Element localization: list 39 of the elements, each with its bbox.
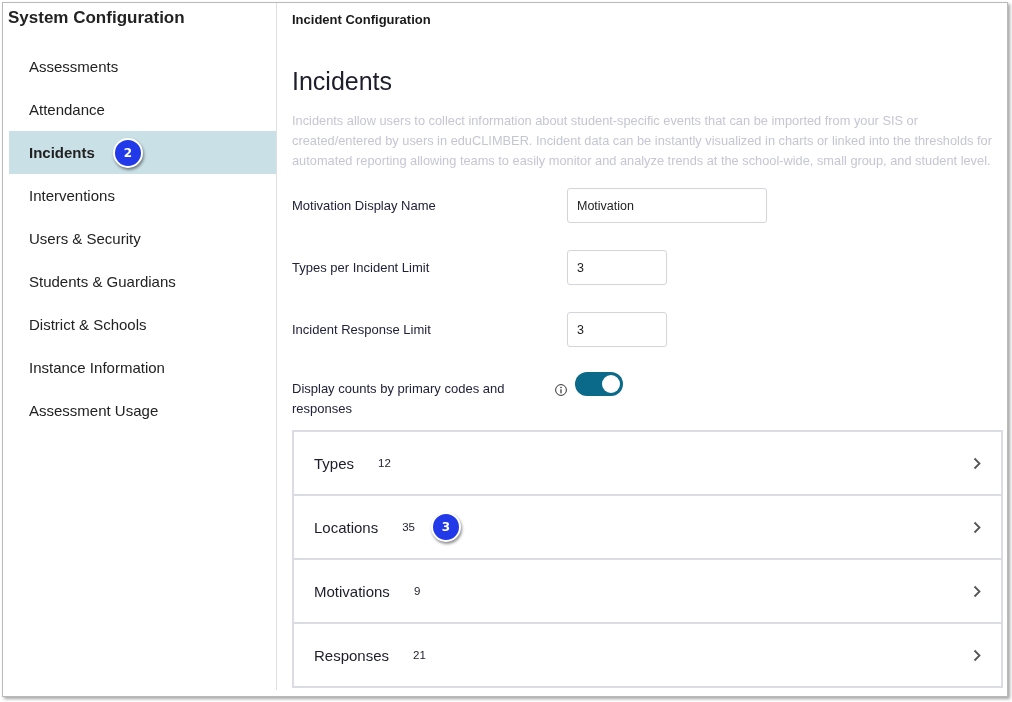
section-label: Types bbox=[314, 454, 355, 472]
section-row[interactable]: Types 12 bbox=[294, 432, 1001, 494]
sidebar-item[interactable]: Interventions bbox=[9, 174, 276, 217]
section-label: Motivations bbox=[314, 582, 390, 600]
page-heading: Incidents bbox=[292, 66, 394, 96]
info-icon[interactable] bbox=[555, 384, 567, 396]
sidebar-item[interactable]: Users & Security bbox=[9, 217, 276, 260]
callout-marker: 3 bbox=[431, 512, 461, 542]
sidebar-title: System Configuration bbox=[8, 7, 186, 29]
sidebar-item[interactable]: Incidents 2 bbox=[9, 131, 276, 174]
sidebar-item[interactable]: Assessment Usage bbox=[9, 389, 276, 432]
field-label: Types per Incident Limit bbox=[292, 260, 431, 275]
section-label: Locations bbox=[314, 518, 379, 536]
section-count: 9 bbox=[413, 585, 421, 597]
chevron-right-icon[interactable] bbox=[973, 584, 981, 598]
sidebar-item[interactable]: Assessments bbox=[9, 45, 276, 88]
number-input[interactable]: 3 bbox=[567, 250, 667, 285]
sidebar-item[interactable]: Instance Information bbox=[9, 346, 276, 389]
chevron-right-icon[interactable] bbox=[973, 520, 981, 534]
section-row[interactable]: Responses 21 bbox=[294, 622, 1001, 686]
toggle-switch[interactable] bbox=[575, 372, 623, 396]
chevron-right-icon[interactable] bbox=[973, 456, 981, 470]
section-row[interactable]: Locations 35 3 bbox=[294, 494, 1001, 558]
page-breadcrumb: Incident Configuration bbox=[292, 11, 432, 29]
section-count: 21 bbox=[413, 649, 426, 661]
chevron-right-icon[interactable] bbox=[973, 648, 981, 662]
section-count: 35 bbox=[402, 521, 415, 533]
section-label: Responses bbox=[314, 646, 390, 664]
callout-marker: 2 bbox=[112, 137, 143, 168]
section-count: 12 bbox=[378, 457, 391, 469]
field-label: Motivation Display Name bbox=[292, 198, 437, 213]
sidebar-item[interactable]: Students & Guardians bbox=[9, 260, 276, 303]
field-label: Incident Response Limit bbox=[292, 322, 432, 337]
field-label: Display counts by primary codes and responses bbox=[292, 380, 506, 418]
sidebar-item[interactable]: Attendance bbox=[9, 88, 276, 131]
number-input[interactable]: 3 bbox=[567, 312, 667, 347]
section-row[interactable]: Motivations 9 bbox=[294, 558, 1001, 622]
text-input[interactable]: Motivation bbox=[567, 188, 767, 223]
sidebar-item[interactable]: District & Schools bbox=[9, 303, 276, 346]
